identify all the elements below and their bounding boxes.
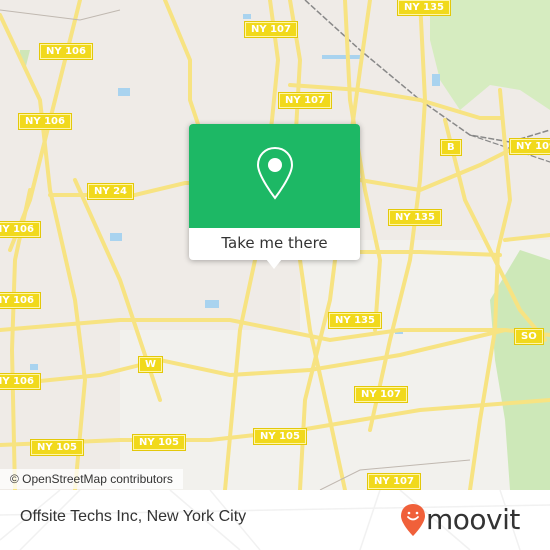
place-title: Offsite Techs Inc, New York City bbox=[20, 508, 247, 525]
road-shield: NY 135 bbox=[388, 209, 442, 226]
moovit-wordmark: moovit bbox=[426, 503, 520, 536]
road-shield: B bbox=[440, 139, 462, 156]
road-shield: W bbox=[137, 356, 164, 373]
road-shield: NY 107 bbox=[354, 386, 408, 403]
road-shield: NY 135 bbox=[328, 312, 382, 329]
road-shield: NY 24 bbox=[86, 183, 135, 200]
road-shield: NY 105 bbox=[30, 439, 84, 456]
footer-bar: Offsite Techs Inc, New York City moovit bbox=[0, 490, 550, 550]
road-shield: NY 107 bbox=[278, 92, 332, 109]
road-shield: NY 106 bbox=[0, 373, 41, 390]
map-pin-icon bbox=[256, 146, 294, 200]
road-shield: NY 106 bbox=[0, 292, 41, 309]
popup-header bbox=[189, 124, 360, 228]
moovit-pin-icon bbox=[401, 504, 425, 536]
map-view[interactable]: NY 106 NY 106 NY 106 NY 106 NY 106 NY 10… bbox=[0, 0, 550, 490]
road-shield: SO bbox=[514, 328, 544, 345]
road-shield: NY 105 bbox=[253, 428, 307, 445]
popup-pointer bbox=[266, 259, 282, 269]
road-shield: NY 105 bbox=[132, 434, 186, 451]
road-shield: NY 135 bbox=[397, 0, 451, 16]
road-shield: NY 107 bbox=[367, 473, 421, 490]
road-shield: NY 106 bbox=[0, 221, 41, 238]
map-attribution[interactable]: © OpenStreetMap contributors bbox=[0, 469, 183, 489]
location-popup: Take me there bbox=[189, 124, 360, 269]
take-me-there-button[interactable]: Take me there bbox=[189, 228, 360, 260]
road-shield: NY 109 bbox=[509, 138, 550, 155]
road-shield: NY 107 bbox=[244, 21, 298, 38]
road-shield: NY 106 bbox=[39, 43, 93, 60]
road-shield: NY 106 bbox=[18, 113, 72, 130]
